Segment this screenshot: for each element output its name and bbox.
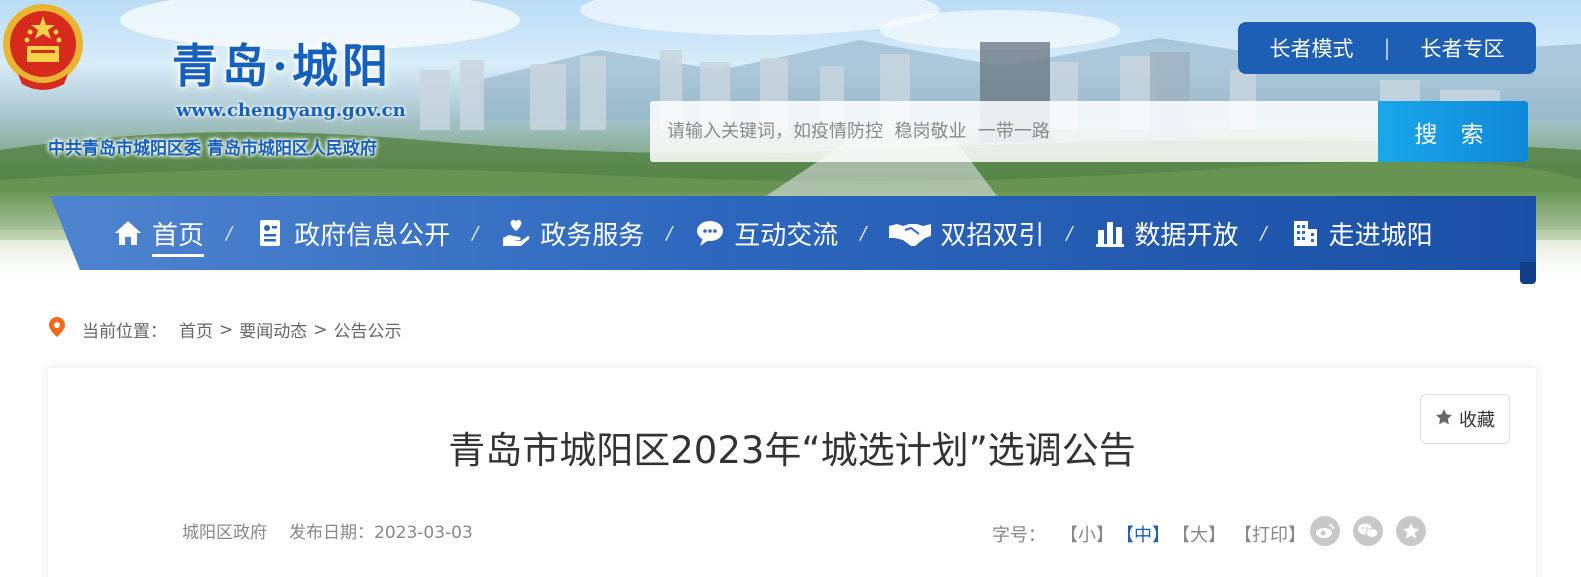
- nav-label: 首页: [152, 215, 205, 257]
- article-source: 城阳区政府: [182, 523, 267, 543]
- font-size-label: 字号：: [992, 525, 1046, 546]
- site-url: www.chengyang.gov.cn: [176, 100, 406, 121]
- location-pin-icon: [48, 316, 66, 343]
- nav-separator: /: [860, 222, 867, 244]
- nav-item-open-data[interactable]: 数据开放: [1094, 215, 1238, 252]
- font-size-large-button[interactable]: 【大】: [1172, 521, 1226, 547]
- hand-heart-icon: [500, 217, 532, 249]
- nav-item-about-chengyang[interactable]: 走进城阳: [1289, 215, 1433, 252]
- site-subtitle: 中共青岛市城阳区委 青岛市城阳区人民政府: [48, 139, 377, 159]
- weibo-share-icon[interactable]: [1310, 516, 1340, 546]
- nav-label: 互动交流: [734, 220, 839, 251]
- breadcrumb-prefix: 当前位置：: [82, 322, 167, 342]
- breadcrumb: 当前位置： 首页 > 要闻动态 > 公告公示: [48, 316, 402, 343]
- nav-separator: /: [1260, 222, 1267, 244]
- nav-separator: /: [472, 222, 479, 244]
- elder-separator: |: [1383, 36, 1391, 60]
- building-icon: [1289, 217, 1321, 249]
- elder-mode-link[interactable]: 长者模式: [1269, 33, 1353, 63]
- article-card: 收藏 青岛市城阳区2023年“城选计划”选调公告 城阳区政府 发布日期：2023…: [48, 368, 1536, 577]
- national-emblem-icon: [3, 4, 83, 90]
- chat-icon: [694, 217, 726, 249]
- nav-item-gov-services[interactable]: 政务服务: [500, 215, 644, 252]
- handshake-icon: [888, 217, 932, 249]
- search-button[interactable]: 搜 索: [1378, 101, 1528, 162]
- nav-item-home[interactable]: 首页: [112, 210, 205, 257]
- font-size-controls: 字号： 【小】 【中】 【大】 【打印】: [992, 521, 1306, 547]
- nav-label: 走进城阳: [1328, 220, 1433, 251]
- nav-item-investment[interactable]: 双招双引: [888, 215, 1044, 252]
- nav-item-gov-info[interactable]: 政府信息公开: [254, 215, 450, 252]
- nav-bar-tail: [1520, 262, 1536, 284]
- bar-chart-icon: [1094, 217, 1126, 249]
- search-input[interactable]: [650, 101, 1378, 162]
- nav-separator: /: [1066, 222, 1073, 244]
- breadcrumb-item-news[interactable]: 要闻动态: [239, 317, 307, 342]
- search-bar: 搜 索: [650, 101, 1528, 162]
- article-date: 发布日期：2023-03-03: [289, 523, 473, 543]
- print-button[interactable]: 【打印】: [1234, 521, 1306, 547]
- nav-label: 政府信息公开: [294, 220, 451, 251]
- breadcrumb-separator: >: [219, 319, 234, 340]
- article-title: 青岛市城阳区2023年“城选计划”选调公告: [448, 429, 1136, 472]
- nav-label: 政务服务: [540, 220, 645, 251]
- nav-item-interaction[interactable]: 互动交流: [694, 215, 838, 252]
- main-nav: 首页 / 政府信息公开 / 政务服务 / 互动交流 / 双招双引 / 数据开放 …: [112, 196, 1433, 270]
- nav-label: 双招双引: [940, 220, 1045, 251]
- elder-toolbar: 长者模式 | 长者专区: [1238, 22, 1536, 74]
- wechat-share-icon[interactable]: [1353, 516, 1383, 546]
- article-meta: 城阳区政府 发布日期：2023-03-03: [182, 518, 473, 543]
- font-size-small-button[interactable]: 【小】: [1060, 521, 1114, 547]
- share-buttons: [1310, 516, 1439, 546]
- breadcrumb-item-home[interactable]: 首页: [179, 317, 213, 342]
- breadcrumb-item-notices[interactable]: 公告公示: [334, 317, 402, 342]
- nav-label: 数据开放: [1134, 220, 1239, 251]
- site-title: 青岛·城阳: [172, 39, 393, 93]
- nav-separator: /: [666, 222, 673, 244]
- home-icon: [112, 217, 144, 249]
- breadcrumb-separator: >: [313, 319, 328, 340]
- document-icon: [254, 217, 286, 249]
- nav-separator: /: [226, 222, 233, 244]
- elder-zone-link[interactable]: 长者专区: [1421, 33, 1505, 63]
- font-size-medium-button[interactable]: 【中】: [1116, 521, 1170, 547]
- qzone-share-icon[interactable]: [1396, 516, 1426, 546]
